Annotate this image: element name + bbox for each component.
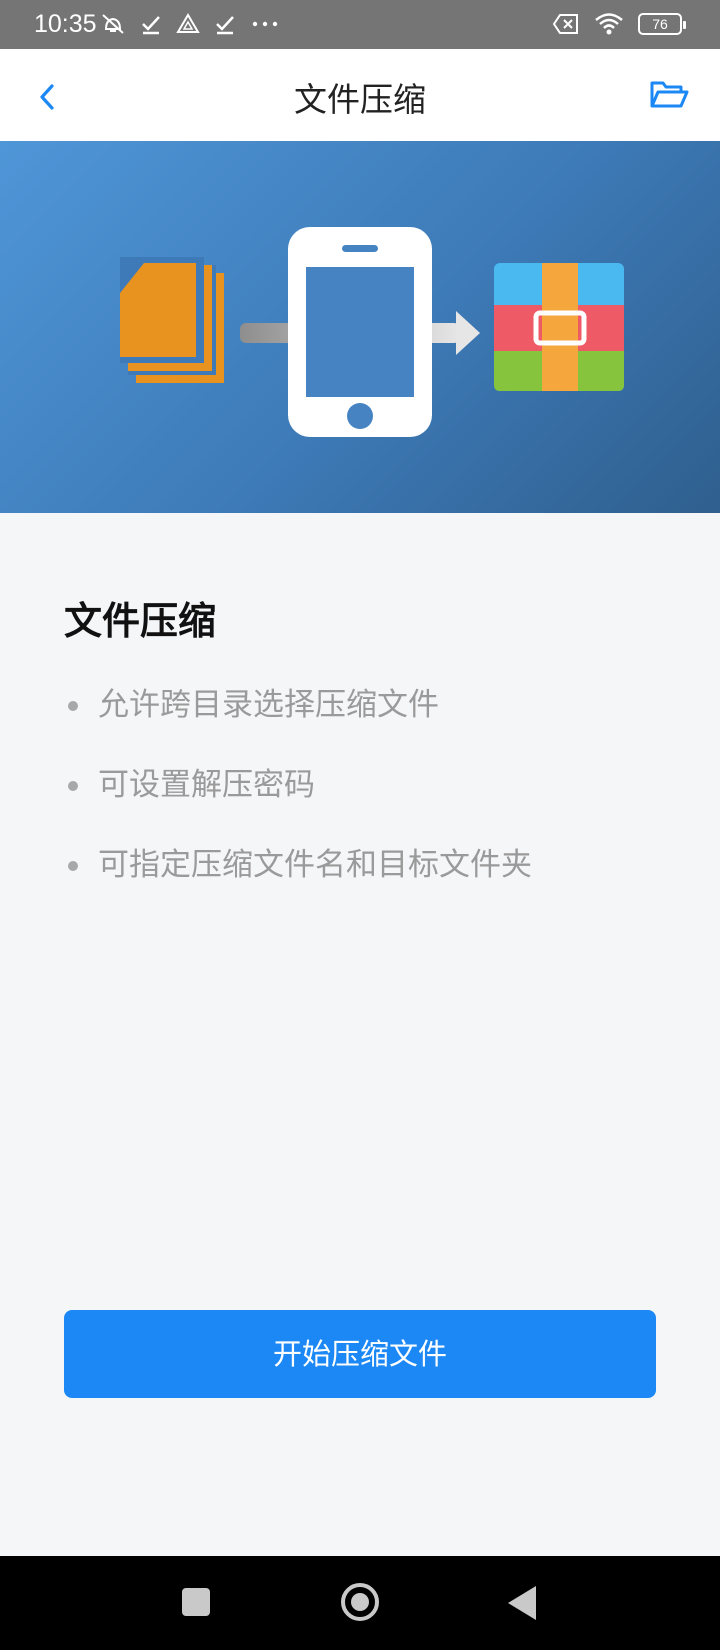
feature-list: 允许跨目录选择压缩文件 可设置解压密码 可指定压缩文件名和目标文件夹	[64, 682, 532, 922]
status-bar: 10:35 76	[0, 0, 720, 49]
app-header: 文件压缩	[0, 49, 720, 141]
nav-back-icon[interactable]	[508, 1586, 536, 1620]
files-icon	[120, 257, 224, 383]
status-system-icons: 76	[552, 12, 686, 36]
open-folder-icon	[650, 81, 689, 108]
system-nav-bar	[0, 1556, 720, 1650]
home-icon[interactable]	[341, 1583, 379, 1621]
wifi-icon	[595, 13, 623, 35]
feature-item: 可指定压缩文件名和目标文件夹	[64, 842, 532, 922]
mute-bell-icon	[102, 14, 124, 34]
status-time: 10:35	[34, 10, 97, 38]
content-title: 文件压缩	[64, 599, 217, 643]
feature-item: 允许跨目录选择压缩文件	[64, 682, 532, 762]
phone-icon	[288, 227, 432, 437]
more-icon	[252, 21, 278, 27]
drive-icon	[176, 13, 200, 33]
start-compress-button[interactable]: 开始压缩文件	[64, 1310, 656, 1398]
page-title: 文件压缩	[294, 80, 426, 119]
open-folder-button[interactable]	[648, 75, 690, 115]
recents-icon[interactable]	[182, 1588, 210, 1616]
archive-icon	[494, 263, 624, 391]
no-sim-icon	[552, 14, 578, 34]
check-icon	[142, 16, 160, 35]
banner-illustration	[120, 227, 624, 437]
battery-icon: 76	[638, 13, 686, 35]
check-icon	[216, 16, 234, 35]
status-notification-icons	[100, 12, 280, 36]
feature-item: 可设置解压密码	[64, 762, 532, 842]
feature-banner	[0, 141, 720, 513]
